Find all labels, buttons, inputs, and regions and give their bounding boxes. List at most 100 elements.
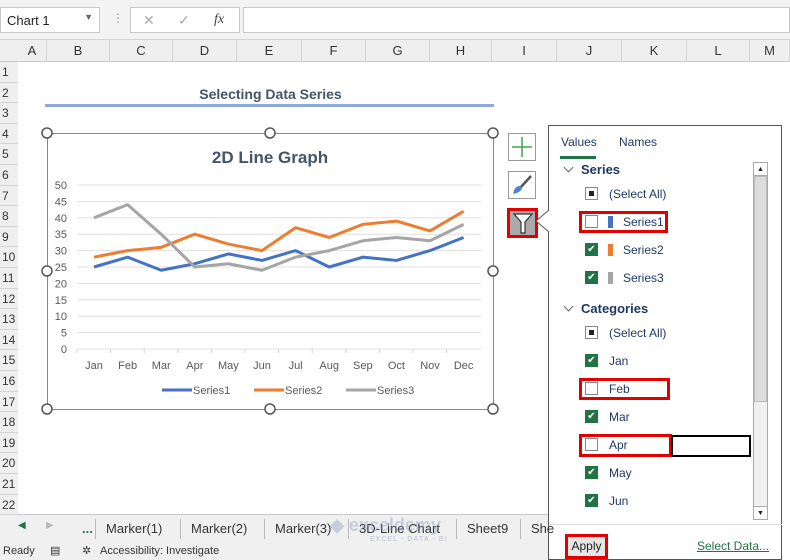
column-header[interactable]: B [47, 40, 110, 62]
chevron-down-icon[interactable]: ▼ [84, 12, 93, 22]
row-header[interactable]: 13 [0, 309, 18, 330]
column-header[interactable]: K [622, 40, 687, 62]
row-header[interactable]: 2 [0, 82, 18, 104]
row-header[interactable]: 20 [0, 453, 18, 474]
column-header[interactable]: M [750, 40, 790, 62]
x-tick-label: Dec [454, 360, 474, 372]
tab-values[interactable]: Values [561, 135, 597, 149]
scroll-thumb[interactable] [754, 176, 767, 402]
watermark-logo: ◆ exceldemy EXCEL · DATA · BI [330, 515, 448, 543]
chevron-down-icon [563, 301, 574, 312]
chevron-down-icon [563, 162, 574, 173]
tab-names[interactable]: Names [619, 135, 657, 149]
checkbox[interactable]: ✔ [585, 354, 598, 367]
column-header[interactable]: D [173, 40, 237, 62]
row-header[interactable]: 7 [0, 185, 18, 207]
filter-item-label: Jan [609, 354, 629, 368]
checkbox[interactable] [585, 326, 598, 339]
chart-filter-pane: Values Names Series (Select All) Series1 ✔… [548, 125, 782, 560]
resize-handle [41, 403, 53, 415]
formula-toolbar: Chart 1 ▼ ⋮ ✕ ✓ fx [0, 0, 790, 40]
column-header[interactable]: F [302, 40, 366, 62]
column-header[interactable]: C [110, 40, 173, 62]
row-header[interactable]: 17 [0, 391, 18, 413]
row-header[interactable]: 4 [0, 123, 18, 145]
formula-buttons: ✕ ✓ fx [130, 7, 240, 33]
prev-sheet-icon[interactable]: ◀ [18, 520, 26, 531]
checkbox[interactable]: ✔ [585, 410, 598, 423]
series-section-header[interactable]: Series [563, 162, 620, 177]
y-tick-label: 15 [55, 295, 67, 307]
insert-function-icon[interactable]: fx [214, 12, 224, 28]
column-header[interactable]: A [18, 40, 47, 62]
column-header[interactable]: I [492, 40, 557, 62]
row-header[interactable]: 12 [0, 288, 18, 310]
column-header[interactable]: H [430, 40, 492, 62]
y-tick-label: 25 [55, 262, 67, 274]
row-header[interactable]: 19 [0, 432, 18, 454]
column-header[interactable]: E [237, 40, 302, 62]
row-header[interactable]: 14 [0, 329, 18, 351]
row-header[interactable]: 18 [0, 412, 18, 433]
row-header[interactable]: 22 [0, 494, 18, 516]
chart-elements-button[interactable] [508, 133, 536, 161]
filter-icon [512, 213, 533, 234]
resize-handle [41, 265, 53, 277]
series-color-swatch [608, 272, 613, 284]
row-header[interactable]: 3 [0, 103, 18, 124]
row-header[interactable]: 11 [0, 268, 18, 289]
filter-item-label: Series3 [623, 271, 664, 285]
status-accessibility[interactable]: Accessibility: Investigate [100, 545, 219, 557]
column-header[interactable]: L [687, 40, 750, 62]
next-sheet-icon[interactable]: ▶ [46, 520, 54, 531]
active-tab-indicator [560, 156, 596, 159]
filter-scrollbar[interactable]: ▲ ▼ [753, 162, 768, 520]
column-header[interactable]: G [366, 40, 430, 62]
scroll-up-icon[interactable]: ▲ [754, 163, 767, 176]
x-tick-label: Sep [353, 360, 373, 372]
y-tick-label: 10 [55, 311, 67, 323]
column-header[interactable]: J [557, 40, 622, 62]
checkbox[interactable] [585, 187, 598, 200]
chart-filters-button[interactable] [507, 208, 538, 238]
row-header[interactable]: 16 [0, 371, 18, 392]
filter-item-label: (Select All) [609, 187, 667, 201]
sheet-tab[interactable]: Marker(2) [180, 519, 247, 539]
drag-handle-icon[interactable]: ⋮ [112, 11, 124, 25]
sheet-tab[interactable]: Marker(3) [264, 519, 331, 539]
name-box[interactable]: Chart 1 ▼ [0, 7, 100, 33]
checkbox[interactable]: ✔ [585, 494, 598, 507]
enter-icon[interactable]: ✓ [178, 12, 190, 29]
line-chart-svg: 2D Line Graph 0 5 10 15 20 25 30 35 40 45 50 Jan Feb M… [41, 127, 499, 415]
sheet-tab[interactable]: ... [72, 519, 93, 539]
sheet-tab-bar: ◀ ▶ ... Marker(1) Marker(2) Marker(3) 3D-Lin… [0, 514, 554, 543]
row-header[interactable]: 15 [0, 350, 18, 371]
macro-record-icon[interactable]: ▤ [50, 544, 60, 557]
sheet-tab[interactable]: Sheet9 [456, 519, 508, 539]
status-ready: Ready [3, 545, 35, 557]
scroll-down-icon[interactable]: ▼ [754, 506, 767, 519]
row-header[interactable]: 6 [0, 165, 18, 186]
sheet-tab[interactable]: She [520, 519, 554, 539]
sheet-tab[interactable]: Marker(1) [95, 519, 162, 539]
chart-styles-button[interactable] [508, 171, 536, 199]
formula-input[interactable] [243, 7, 790, 33]
row-header[interactable]: 21 [0, 474, 18, 495]
row-header[interactable]: 1 [0, 62, 18, 83]
select-data-link[interactable]: Select Data... [697, 539, 769, 553]
y-tick-label: 45 [55, 196, 67, 208]
cancel-icon[interactable]: ✕ [143, 12, 155, 29]
row-header[interactable]: 10 [0, 247, 18, 268]
accessibility-icon[interactable]: ✲ [82, 544, 91, 557]
series-color-swatch [608, 244, 613, 256]
checkbox[interactable]: ✔ [585, 243, 598, 256]
checkbox[interactable]: ✔ [585, 271, 598, 284]
x-tick-label: Oct [388, 360, 405, 372]
row-header[interactable]: 8 [0, 206, 18, 227]
categories-section-header[interactable]: Categories [563, 301, 648, 316]
row-header[interactable]: 9 [0, 226, 18, 248]
row-header[interactable]: 5 [0, 144, 18, 165]
checkbox[interactable]: ✔ [585, 466, 598, 479]
apply-button[interactable]: Apply [565, 534, 608, 559]
chart[interactable]: 2D Line Graph 0 5 10 15 20 25 30 35 40 45 50 Jan Feb M… [41, 127, 499, 415]
